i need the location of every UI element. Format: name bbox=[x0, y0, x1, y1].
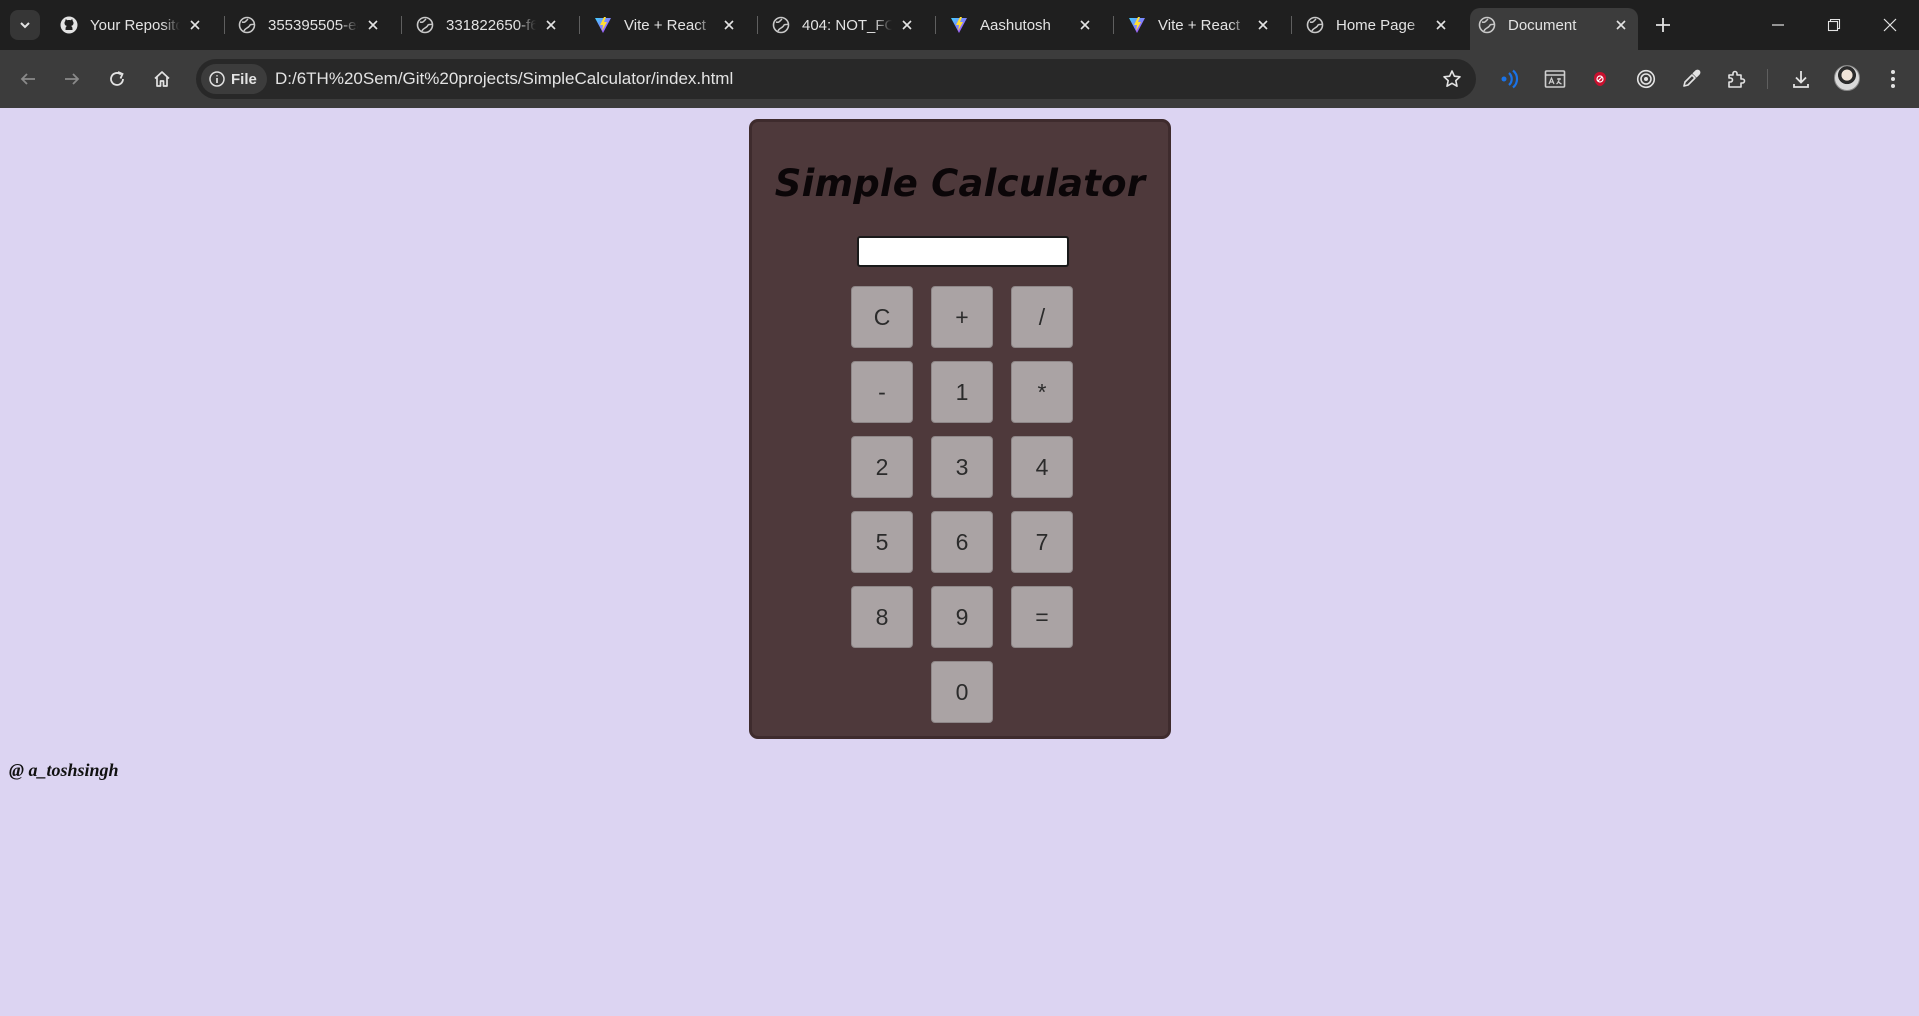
tab-title: 355395505-e8 bbox=[268, 16, 358, 34]
calculator-display[interactable] bbox=[857, 236, 1069, 267]
key-equals[interactable]: = bbox=[1011, 586, 1073, 648]
minimize-icon bbox=[1772, 24, 1784, 26]
tab-document[interactable]: Document bbox=[1470, 8, 1638, 50]
menu-kebab-icon[interactable] bbox=[1878, 64, 1908, 94]
back-button[interactable] bbox=[13, 64, 43, 94]
calculator-panel: Simple Calculator C + / - 1 * 2 3 4 5 6 … bbox=[749, 119, 1171, 739]
restore-button[interactable] bbox=[1806, 0, 1862, 50]
download-icon[interactable] bbox=[1786, 64, 1816, 94]
minimize-button[interactable] bbox=[1750, 0, 1806, 50]
globe-icon bbox=[238, 16, 256, 34]
close-tab-icon[interactable] bbox=[1612, 16, 1630, 34]
close-window-button[interactable] bbox=[1862, 0, 1918, 50]
eyedropper-icon[interactable] bbox=[1676, 64, 1706, 94]
home-button[interactable] bbox=[147, 64, 177, 94]
globe-icon bbox=[772, 16, 790, 34]
tab-404-not-found[interactable]: 404: NOT_FOUND bbox=[764, 8, 924, 42]
key-7[interactable]: 7 bbox=[1011, 511, 1073, 573]
tab-title: Aashutosh bbox=[980, 16, 1051, 34]
vite-icon bbox=[950, 16, 968, 34]
restore-icon bbox=[1827, 18, 1841, 32]
key-clear[interactable]: C bbox=[851, 286, 913, 348]
tab-aashutosh[interactable]: Aashutosh bbox=[942, 8, 1102, 42]
chevron-down-icon bbox=[20, 22, 30, 29]
extension-broadcast-icon[interactable] bbox=[1495, 64, 1525, 94]
close-tab-icon[interactable] bbox=[542, 16, 560, 34]
close-tab-icon[interactable] bbox=[898, 16, 916, 34]
forward-button[interactable] bbox=[57, 64, 87, 94]
bookmark-star-icon[interactable] bbox=[1442, 69, 1462, 94]
tab-title: Home Page bbox=[1336, 16, 1416, 34]
close-tab-icon[interactable] bbox=[186, 16, 204, 34]
key-4[interactable]: 4 bbox=[1011, 436, 1073, 498]
home-icon bbox=[154, 71, 170, 87]
tab-search-button[interactable] bbox=[10, 10, 40, 40]
key-plus[interactable]: + bbox=[931, 286, 993, 348]
page-title: Simple Calculator bbox=[774, 162, 1146, 205]
tab-title: Vite + React bbox=[1158, 16, 1240, 34]
footer-credit: @ a_toshsingh bbox=[9, 760, 119, 780]
key-6[interactable]: 6 bbox=[931, 511, 993, 573]
key-0[interactable]: 0 bbox=[931, 661, 993, 723]
tab-title: Document bbox=[1508, 16, 1577, 34]
info-icon bbox=[209, 71, 225, 87]
key-2[interactable]: 2 bbox=[851, 436, 913, 498]
key-9[interactable]: 9 bbox=[931, 586, 993, 648]
profile-avatar[interactable] bbox=[1834, 65, 1860, 91]
close-icon bbox=[1883, 18, 1897, 32]
tab-vite-react-2[interactable]: Vite + React bbox=[1120, 8, 1280, 42]
key-minus[interactable]: - bbox=[851, 361, 913, 423]
key-5[interactable]: 5 bbox=[851, 511, 913, 573]
tab-vite-react-1[interactable]: Vite + React bbox=[586, 8, 746, 42]
arrow-right-icon bbox=[65, 73, 80, 85]
key-3[interactable]: 3 bbox=[931, 436, 993, 498]
vite-icon bbox=[1128, 16, 1146, 34]
tab-your-repositories[interactable]: Your Repositories bbox=[52, 8, 212, 42]
vite-icon bbox=[594, 16, 612, 34]
reload-button[interactable] bbox=[102, 64, 132, 94]
tab-title: 331822650-f6 bbox=[446, 16, 536, 34]
tab-title: Vite + React bbox=[624, 16, 706, 34]
github-icon bbox=[60, 16, 78, 34]
key-1[interactable]: 1 bbox=[931, 361, 993, 423]
tab-331822650[interactable]: 331822650-f6 bbox=[408, 8, 568, 42]
close-tab-icon[interactable] bbox=[720, 16, 738, 34]
close-tab-icon[interactable] bbox=[364, 16, 382, 34]
extension-blocker-icon[interactable] bbox=[1585, 64, 1615, 94]
key-divide[interactable]: / bbox=[1011, 286, 1073, 348]
key-8[interactable]: 8 bbox=[851, 586, 913, 648]
new-tab-button[interactable] bbox=[1650, 12, 1676, 38]
reload-icon bbox=[110, 71, 124, 86]
tab-title: 404: NOT_FOUND bbox=[802, 16, 892, 34]
close-tab-icon[interactable] bbox=[1076, 16, 1094, 34]
key-multiply[interactable]: * bbox=[1011, 361, 1073, 423]
extensions-puzzle-icon[interactable] bbox=[1721, 64, 1751, 94]
site-info-chip[interactable]: File bbox=[201, 64, 267, 94]
browser-toolbar: File D:/6TH%20Sem/Git%20projects/SimpleC… bbox=[0, 50, 1919, 108]
tab-strip: Your Repositories 355395505-e8 331822650… bbox=[0, 0, 1919, 50]
arrow-left-icon bbox=[20, 73, 35, 85]
tab-355395505[interactable]: 355395505-e8 bbox=[230, 8, 390, 42]
scheme-label: File bbox=[231, 70, 257, 88]
extension-target-icon[interactable] bbox=[1631, 64, 1661, 94]
globe-icon bbox=[416, 16, 434, 34]
extension-translate-icon[interactable] bbox=[1540, 64, 1570, 94]
globe-icon bbox=[1306, 16, 1324, 34]
address-bar[interactable]: File D:/6TH%20Sem/Git%20projects/SimpleC… bbox=[196, 59, 1476, 99]
globe-icon bbox=[1478, 16, 1496, 34]
url-text[interactable]: D:/6TH%20Sem/Git%20projects/SimpleCalcul… bbox=[275, 69, 733, 89]
plus-icon bbox=[1656, 18, 1670, 32]
tab-home-page[interactable]: Home Page bbox=[1298, 8, 1458, 42]
close-tab-icon[interactable] bbox=[1254, 16, 1272, 34]
close-tab-icon[interactable] bbox=[1432, 16, 1450, 34]
tab-title: Your Repositories bbox=[90, 16, 180, 34]
